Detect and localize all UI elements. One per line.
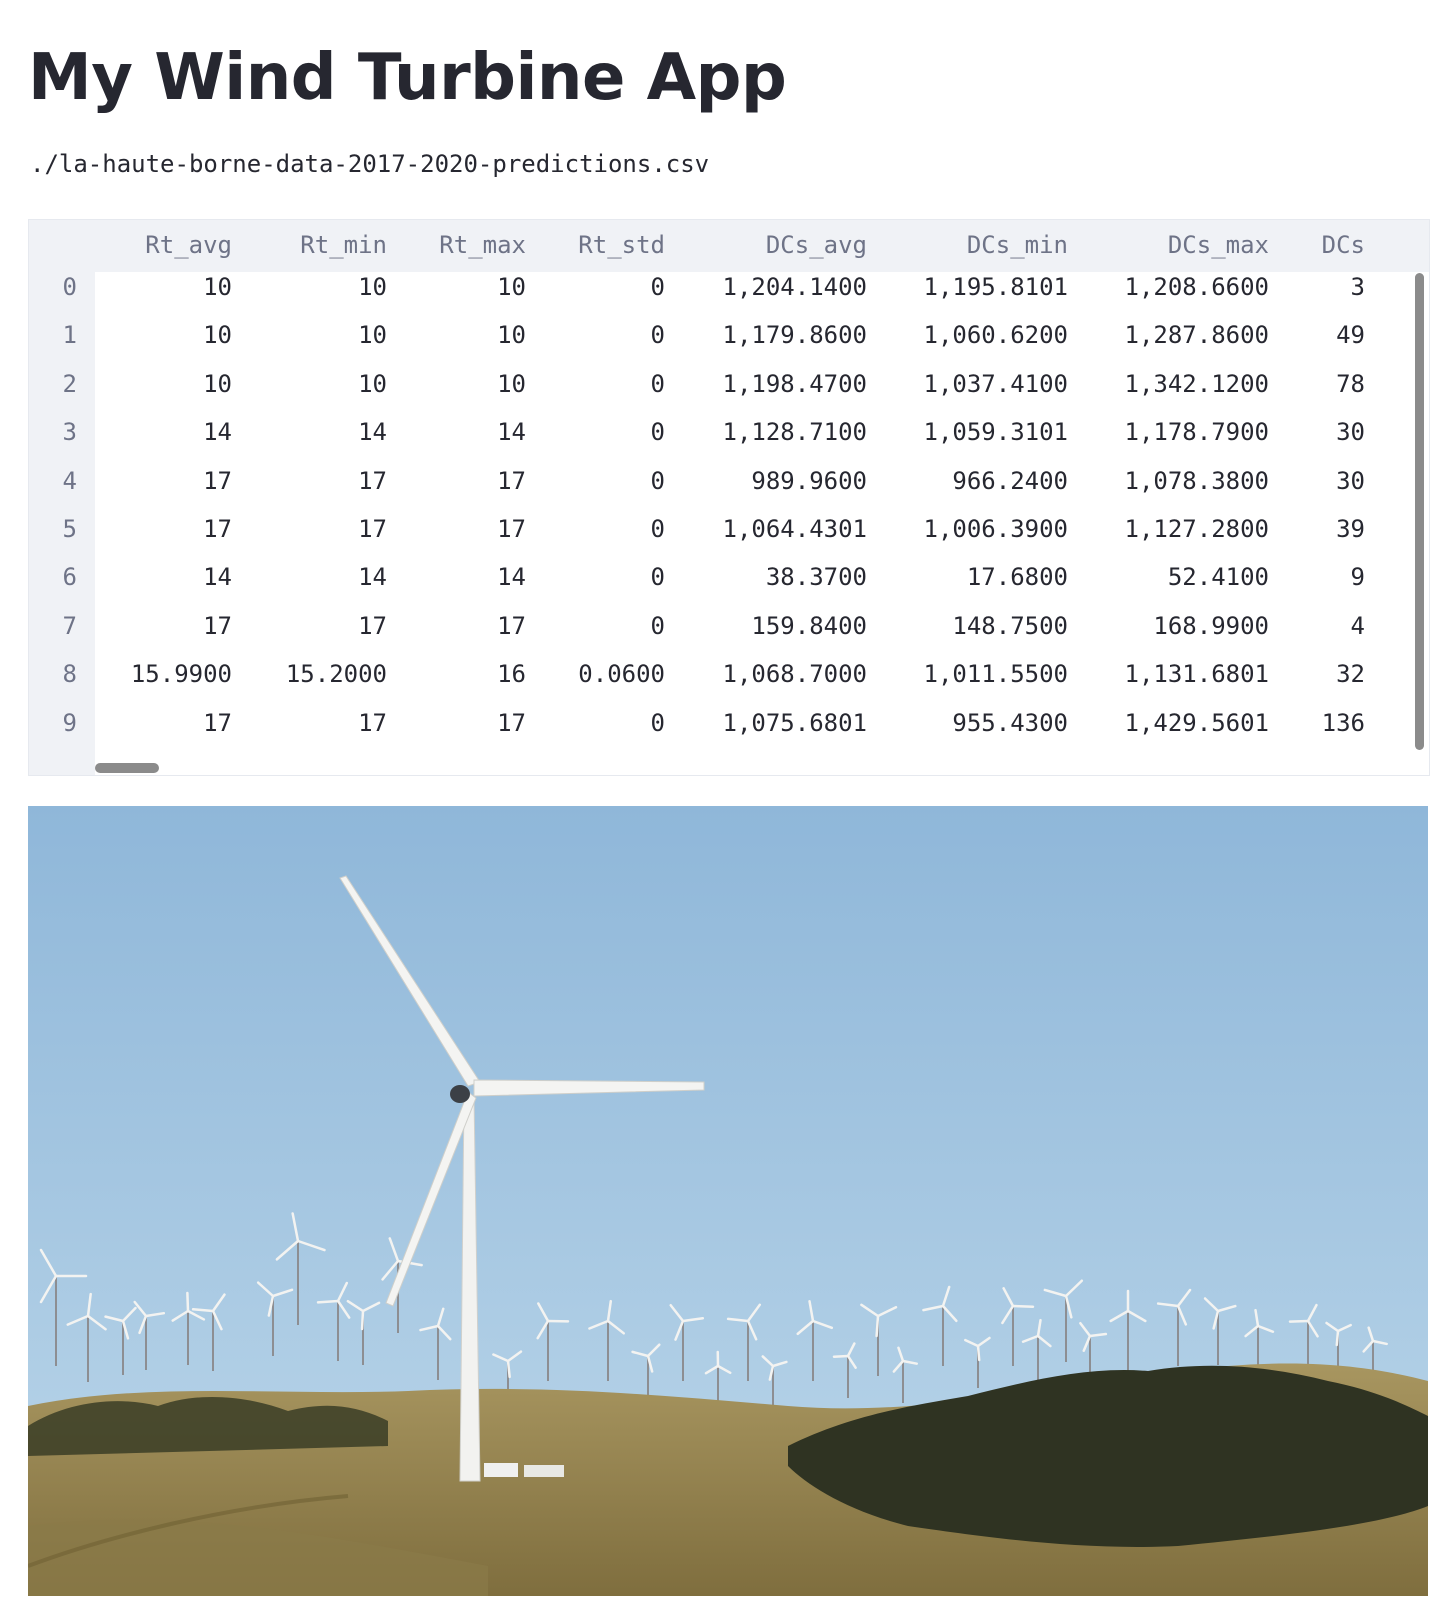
table-cell: 1,011.5500 (923, 660, 1069, 689)
table-cell: 39 (1336, 515, 1365, 543)
table-cell: 0 (650, 515, 665, 543)
table-cell: 1,204.1400 (722, 273, 868, 301)
table-cell: 78 (1336, 369, 1365, 398)
table-cell: 989.9600 (751, 466, 867, 495)
table-cell: 0 (650, 563, 665, 592)
table-cell: 1,037.4100 (923, 369, 1069, 398)
table-cell: 0 (650, 611, 665, 640)
table-cell: 1,195.8101 (923, 273, 1069, 301)
table-cell: 32 (1336, 660, 1365, 689)
table-cell: 49 (1336, 321, 1365, 350)
table-cell: 30 (1336, 418, 1365, 447)
page-title: My Wind Turbine App (28, 41, 787, 115)
turbine-hub (450, 1085, 470, 1103)
table-cell: 0 (650, 369, 665, 398)
file-path-text: ./la-haute-borne-data-2017-2020-predicti… (30, 150, 710, 178)
vertical-scrollbar[interactable] (1415, 273, 1424, 750)
table-cell: 0 (650, 321, 665, 350)
table-cell: 955.4300 (952, 708, 1068, 737)
table-cell: 0 (650, 273, 665, 301)
table-cell: 1,198.4700 (722, 369, 868, 398)
table-cell: 0.0600 (578, 660, 665, 689)
horizontal-scrollbar[interactable] (95, 763, 159, 773)
table-cell: 1,064.4301 (722, 515, 868, 543)
wind-turbine-image (28, 806, 1428, 1596)
table-cell: 966.2400 (952, 466, 1068, 495)
table-cell: 136 (1321, 708, 1365, 737)
table-cell: 1,059.3101 (923, 418, 1069, 447)
table-cell: 0 (650, 418, 665, 447)
table-cell: 9 (1350, 563, 1365, 592)
substation-building-2 (524, 1465, 564, 1477)
wind-farm-illustration (28, 806, 1428, 1596)
table-cell: 1,060.6200 (923, 321, 1069, 350)
substation-building (484, 1463, 518, 1477)
dataframe-table[interactable]: Rt_avg Rt_min Rt_max Rt_std DCs_avg DCs_min DC… (28, 219, 1430, 776)
table-cell: 1,068.7000 (722, 660, 868, 689)
table-cell: 159.8400 (751, 611, 867, 640)
table-cell: 1,179.8600 (722, 321, 868, 350)
table-cell: 1,128.7100 (722, 418, 868, 447)
table-cell: 0 (650, 466, 665, 495)
table-cell: 3 (1350, 273, 1365, 301)
table-cell: 30 (1336, 466, 1365, 495)
table-cell: 38.3700 (765, 563, 867, 592)
table-cell: 148.7500 (952, 611, 1068, 640)
table-cell: 1,006.3900 (923, 515, 1069, 543)
table-cell: 4 (1350, 611, 1365, 640)
table-cell: 1,075.6801 (722, 708, 868, 737)
table-cell: 0 (650, 708, 665, 737)
table-cell: 17.6800 (966, 563, 1068, 592)
